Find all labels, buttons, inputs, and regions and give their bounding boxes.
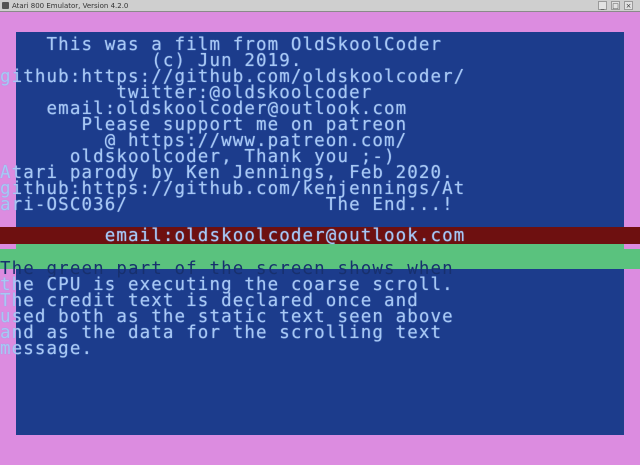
maximize-button[interactable]: □: [611, 1, 620, 10]
minimize-button[interactable]: _: [598, 1, 607, 10]
title-bar[interactable]: Atari 800 Emulator, Version 4.2.0 _ □ ×: [0, 0, 640, 12]
close-button[interactable]: ×: [624, 1, 633, 10]
explanation-line: message.: [0, 339, 94, 359]
scrolling-text: email:oldskoolcoder@outlook.com: [0, 226, 466, 246]
app-icon: [2, 2, 9, 9]
emulator-window: Atari 800 Emulator, Version 4.2.0 _ □ × …: [0, 0, 640, 465]
explanation-line: and as the data for the scrolling text: [0, 323, 443, 343]
window-title: Atari 800 Emulator, Version 4.2.0: [12, 2, 129, 10]
credit-line: ari-OSC036/ The End...!: [0, 195, 454, 215]
